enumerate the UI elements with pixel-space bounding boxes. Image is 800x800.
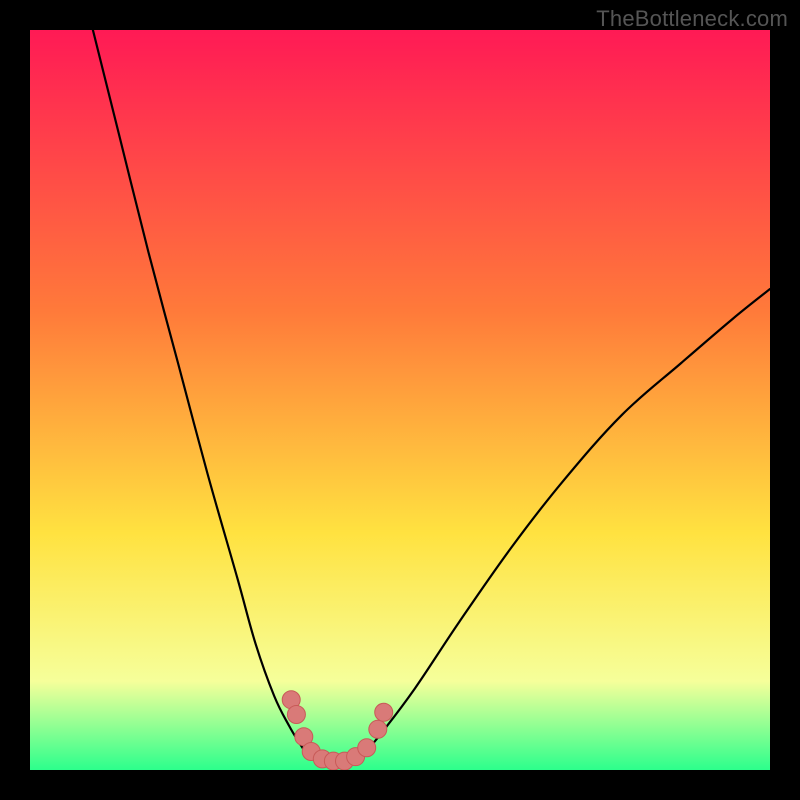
valley-marker	[358, 739, 376, 757]
valley-marker	[375, 703, 393, 721]
bottleneck-chart	[30, 30, 770, 770]
outer-frame: TheBottleneck.com	[0, 0, 800, 800]
valley-marker	[369, 720, 387, 738]
valley-marker	[287, 706, 305, 724]
plot-area	[30, 30, 770, 770]
watermark-text: TheBottleneck.com	[596, 6, 788, 32]
gradient-background	[30, 30, 770, 770]
